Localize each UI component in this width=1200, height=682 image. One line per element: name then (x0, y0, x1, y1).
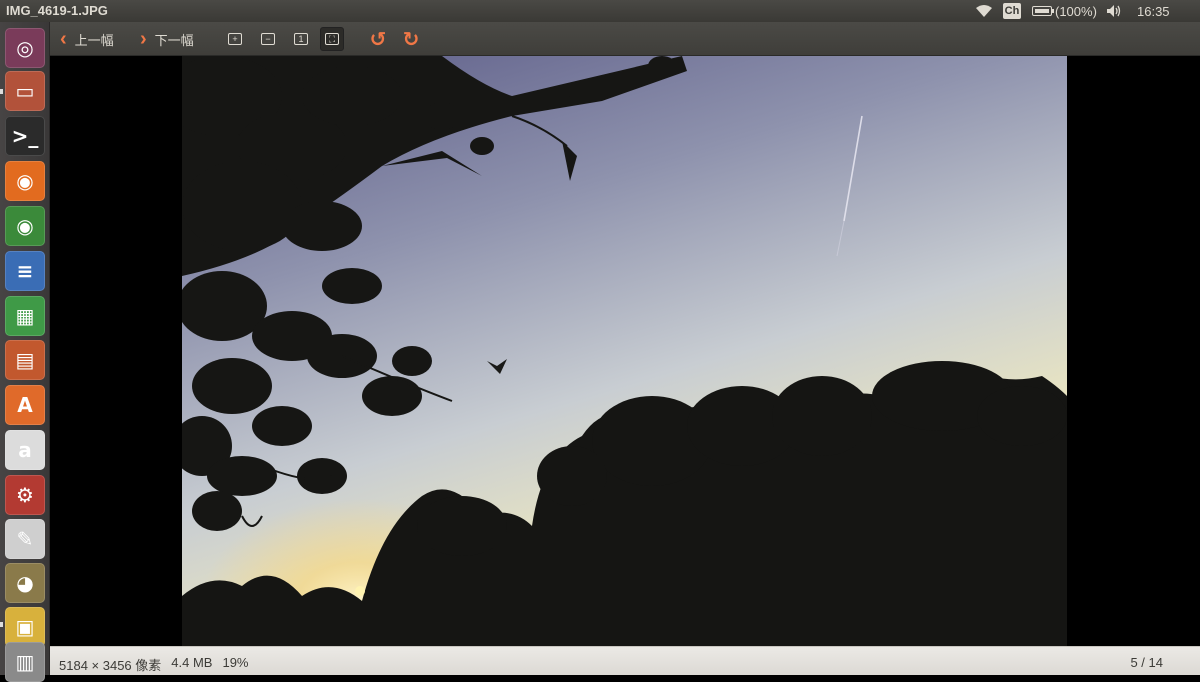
window-title: IMG_4619-1.JPG (6, 3, 108, 18)
launcher-item-system-settings[interactable]: ⚙ (5, 475, 45, 515)
rotate-left-button[interactable]: ↺ (366, 27, 390, 51)
best-fit-icon: ⛶ (325, 33, 339, 45)
zoom-out-button[interactable]: − (256, 27, 280, 51)
image-viewport[interactable] (50, 56, 1200, 646)
launcher-item-workspaces[interactable]: ▥ (5, 642, 45, 682)
launcher-item-dash[interactable]: ◎ (5, 28, 45, 68)
input-method-indicator[interactable]: Ch (1003, 3, 1021, 19)
gimp-icon: ◕ (16, 571, 34, 595)
normal-size-icon: 1 (294, 33, 308, 45)
impress-icon: ▤ (15, 348, 35, 372)
battery-indicator[interactable]: (100%) (1032, 2, 1097, 20)
battery-icon (1032, 6, 1054, 16)
dash-icon: ◎ (16, 36, 34, 60)
wifi-icon[interactable] (975, 2, 993, 20)
launcher-item-text-editor[interactable]: ✎ (5, 519, 45, 559)
launcher-item-chrome[interactable]: ◉ (5, 206, 45, 246)
photo (182, 56, 1067, 646)
next-label: 下一幅 (154, 32, 194, 48)
calc-icon: ▦ (15, 304, 35, 328)
normal-size-button[interactable]: 1 (289, 27, 313, 51)
status-bar: 5184 × 3456 像素 4.4 MB 19% 5 / 14 (50, 646, 1200, 675)
running-indicator (0, 622, 3, 627)
launcher-item-image-viewer[interactable]: ▣ (5, 607, 45, 647)
zoom-in-icon: + (228, 33, 242, 45)
terminal-icon: >_ (11, 124, 39, 148)
top-panel: IMG_4619-1.JPG Ch (100%) 16:35 (0, 0, 1200, 22)
running-indicator (0, 89, 3, 94)
launcher-item-amazon[interactable]: a (5, 430, 45, 470)
system-settings-icon: ⚙ (16, 483, 34, 507)
image-viewer-icon: ▣ (15, 615, 35, 639)
image-filesize: 4.4 MB (171, 655, 213, 670)
previous-label: 上一幅 (74, 32, 114, 48)
rotate-left-icon: ↺ (369, 28, 387, 51)
rotate-right-icon: ↻ (402, 28, 420, 51)
volume-icon[interactable] (1106, 2, 1122, 20)
amazon-icon: a (18, 438, 32, 462)
launcher-item-firefox[interactable]: ◉ (5, 161, 45, 201)
launcher-item-impress[interactable]: ▤ (5, 340, 45, 380)
battery-percent: (100%) (1055, 3, 1097, 19)
launcher-item-gimp[interactable]: ◕ (5, 563, 45, 603)
chrome-icon: ◉ (16, 214, 34, 238)
writer-icon: ≡ (16, 259, 34, 283)
zoom-level: 19% (222, 655, 249, 670)
launcher-item-terminal[interactable]: >_ (5, 116, 45, 156)
photo-image (182, 56, 1067, 646)
chevron-left-icon: ‹ (60, 28, 67, 50)
text-editor-icon: ✎ (16, 527, 34, 551)
workspaces-icon: ▥ (15, 650, 35, 674)
chevron-right-icon: › (140, 28, 147, 50)
launcher-item-calc[interactable]: ▦ (5, 296, 45, 336)
launcher-item-files[interactable]: ▭ (5, 71, 45, 111)
software-center-icon: A (17, 393, 33, 417)
image-dimensions: 5184 × 3456 像素 (59, 658, 162, 673)
rotate-right-button[interactable]: ↻ (399, 27, 423, 51)
launcher-item-writer[interactable]: ≡ (5, 251, 45, 291)
firefox-icon: ◉ (16, 169, 34, 193)
launcher-item-software-center[interactable]: A (5, 385, 45, 425)
launcher: ◎ ▭ >_ ◉ ◉ ≡ ▦ ▤ Aa ⚙ ✎ ◕ ▣ ▥ (0, 22, 50, 682)
previous-image-button[interactable]: ‹ 上一幅 (60, 26, 114, 52)
files-icon: ▭ (15, 79, 35, 103)
clock[interactable]: 16:35 (1137, 2, 1170, 20)
next-image-button[interactable]: › 下一幅 (140, 26, 194, 52)
zoom-in-button[interactable]: + (223, 27, 247, 51)
image-position: 5 / 14 (1130, 655, 1163, 670)
zoom-out-icon: − (261, 33, 275, 45)
toolbar: ‹ 上一幅 › 下一幅 + − 1 ⛶ ↺ ↻ (50, 22, 1200, 56)
image-info: 5184 × 3456 像素 4.4 MB 19% (59, 655, 249, 674)
best-fit-button[interactable]: ⛶ (320, 27, 344, 51)
